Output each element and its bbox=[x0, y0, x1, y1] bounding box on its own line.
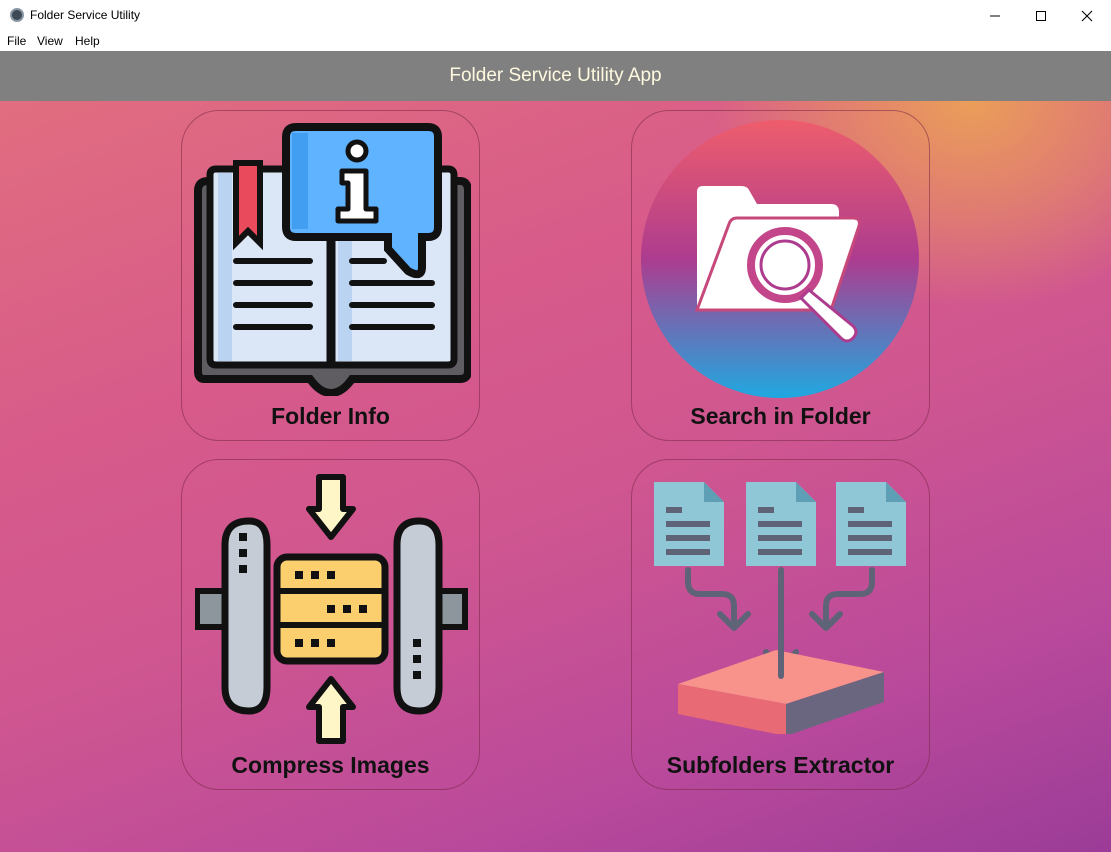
subfolders-extract-icon bbox=[654, 482, 906, 734]
menu-help[interactable]: Help bbox=[75, 34, 100, 48]
search-in-folder-button[interactable]: Search in Folder bbox=[631, 110, 930, 441]
menu-file[interactable]: File bbox=[7, 34, 26, 48]
menu-bar: File View Help bbox=[0, 31, 1111, 51]
folder-search-icon bbox=[641, 120, 919, 398]
menu-view[interactable]: View bbox=[37, 34, 63, 48]
close-button[interactable] bbox=[1064, 0, 1110, 31]
compress-images-label: Compress Images bbox=[231, 752, 430, 778]
maximize-button[interactable] bbox=[1018, 0, 1064, 31]
compress-icon bbox=[195, 474, 468, 744]
subfolders-extractor-label: Subfolders Extractor bbox=[666, 752, 895, 778]
app-header: Folder Service Utility App bbox=[0, 51, 1111, 101]
title-bar: Folder Service Utility bbox=[0, 0, 1111, 31]
folder-info-label: Folder Info bbox=[271, 403, 390, 429]
window-title: Folder Service Utility bbox=[30, 8, 141, 22]
minimize-button[interactable] bbox=[972, 0, 1018, 31]
search-in-folder-label: Search in Folder bbox=[690, 403, 871, 429]
folder-info-button[interactable]: Folder Info bbox=[181, 110, 480, 441]
app-icon bbox=[10, 8, 24, 22]
app-header-title: Folder Service Utility App bbox=[449, 65, 662, 86]
close-icon bbox=[1081, 10, 1093, 21]
minimize-icon bbox=[990, 15, 1000, 16]
subfolders-extractor-button[interactable]: Subfolders Extractor bbox=[631, 459, 930, 790]
main-content: Folder Service Utility App Folder Info S… bbox=[0, 51, 1111, 852]
open-book-info-icon bbox=[194, 123, 471, 396]
compress-images-button[interactable]: Compress Images bbox=[181, 459, 480, 790]
maximize-icon bbox=[1036, 10, 1046, 21]
